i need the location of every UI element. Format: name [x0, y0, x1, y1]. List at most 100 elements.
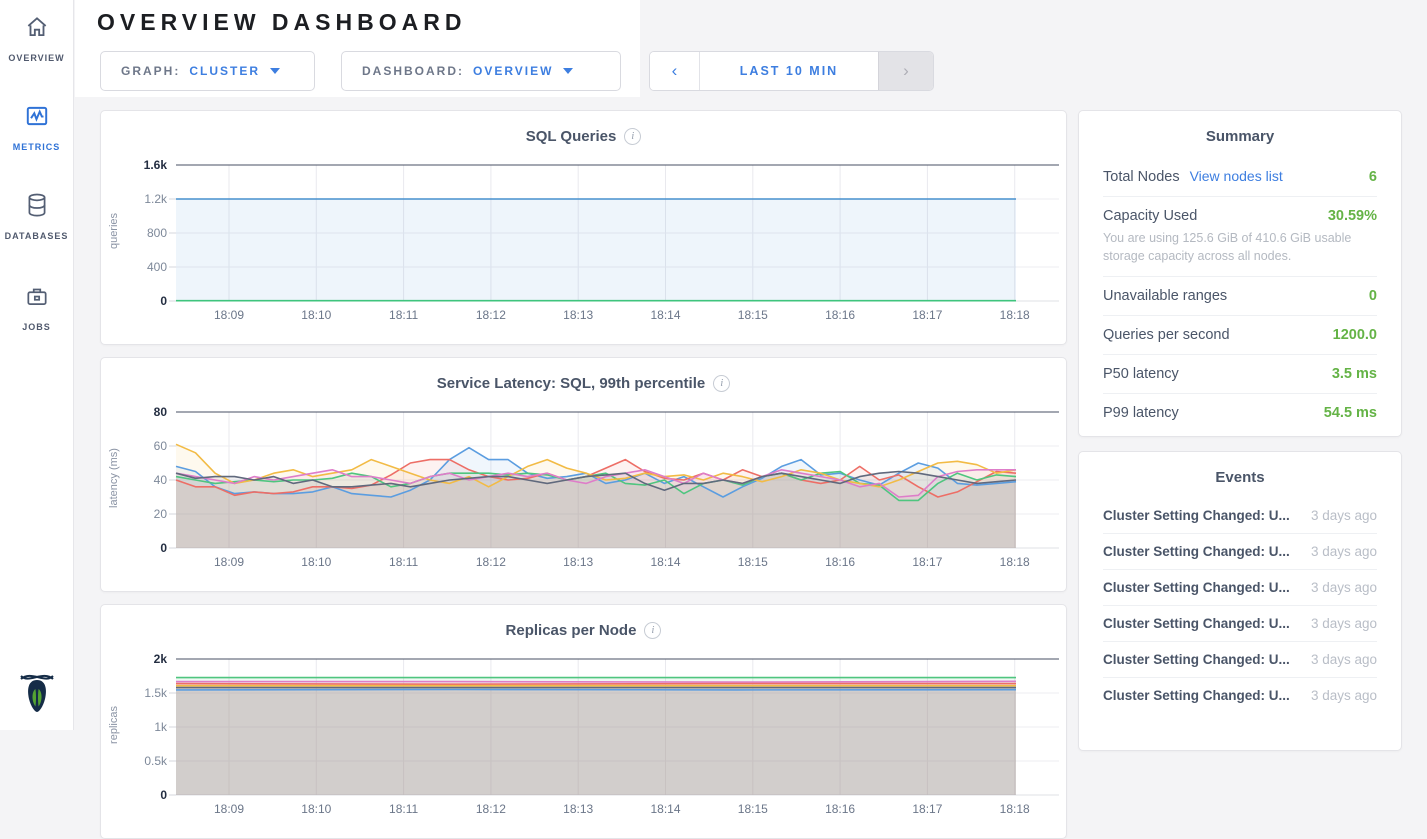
jobs-icon — [24, 283, 50, 314]
svg-text:18:16: 18:16 — [825, 802, 855, 816]
sidebar-item-label: DATABASES — [5, 231, 69, 241]
svg-text:0: 0 — [160, 788, 167, 802]
time-prev-button[interactable]: ‹ — [650, 52, 700, 90]
summary-label: Capacity Used — [1103, 208, 1197, 224]
toolbar: GRAPH: CLUSTER DASHBOARD: OVERVIEW ‹ LAS… — [0, 51, 1427, 91]
summary-row: Total Nodes View nodes list 6 — [1103, 157, 1377, 196]
summary-row: Unavailable ranges 0 — [1103, 276, 1377, 315]
svg-text:1.6k: 1.6k — [144, 158, 168, 172]
event-time: 3 days ago — [1301, 616, 1377, 631]
page-title: OVERVIEW DASHBOARD — [97, 9, 466, 36]
sql-queries-plot[interactable]: queries 18:0918:1018:1118:1218:1318:1418… — [101, 153, 1066, 335]
graph-dropdown[interactable]: GRAPH: CLUSTER — [100, 51, 315, 91]
event-row[interactable]: Cluster Setting Changed: U...3 days ago — [1103, 498, 1377, 533]
summary-row: Capacity Used30.59%You are using 125.6 G… — [1103, 196, 1377, 276]
svg-text:18:11: 18:11 — [389, 802, 418, 816]
chevron-right-icon: › — [903, 61, 909, 81]
chart-card-service-latency: Service Latency: SQL, 99th percentile i … — [100, 357, 1067, 592]
view-nodes-list-link[interactable]: View nodes list — [1190, 168, 1283, 184]
chart-card-replicas-per-node: Replicas per Node i replicas 18:0918:101… — [100, 604, 1067, 839]
summary-label: Queries per second — [1103, 327, 1230, 343]
event-message: Cluster Setting Changed: U... — [1103, 544, 1290, 559]
svg-text:20: 20 — [154, 507, 168, 521]
info-icon[interactable]: i — [624, 128, 641, 145]
svg-text:0: 0 — [160, 294, 167, 308]
svg-text:18:15: 18:15 — [738, 555, 768, 569]
event-row[interactable]: Cluster Setting Changed: U...3 days ago — [1103, 677, 1377, 713]
y-axis-label: queries — [108, 156, 120, 306]
svg-text:0.5k: 0.5k — [144, 754, 168, 768]
sidebar-item-databases[interactable]: DATABASES — [0, 192, 73, 241]
event-message: Cluster Setting Changed: U... — [1103, 688, 1290, 703]
event-message: Cluster Setting Changed: U... — [1103, 508, 1290, 523]
events-panel: Events Cluster Setting Changed: U... 3 da… — [1078, 451, 1402, 751]
svg-text:18:17: 18:17 — [912, 555, 942, 569]
summary-label: P99 latency — [1103, 405, 1179, 421]
summary-value: 30.59% — [1328, 208, 1377, 224]
svg-text:18:13: 18:13 — [563, 308, 593, 322]
dashboard-dropdown[interactable]: DASHBOARD: OVERVIEW — [341, 51, 621, 91]
summary-value: 3.5 ms — [1332, 366, 1377, 382]
sidebar-item-label: JOBS — [22, 322, 51, 332]
summary-value: 54.5 ms — [1324, 405, 1377, 421]
y-axis-label: replicas — [108, 650, 120, 800]
event-time: 3 days ago — [1301, 544, 1377, 559]
svg-text:800: 800 — [147, 226, 167, 240]
svg-text:18:12: 18:12 — [476, 555, 506, 569]
chart-title: Service Latency: SQL, 99th percentile — [437, 375, 705, 392]
time-range-value[interactable]: LAST 10 MIN — [700, 52, 878, 90]
chart-card-sql-queries: SQL Queries i queries 18:0918:1018:1118:… — [100, 110, 1067, 345]
summary-value: 0 — [1369, 288, 1377, 304]
event-time: 3 days ago — [1301, 652, 1377, 667]
svg-text:18:16: 18:16 — [825, 555, 855, 569]
event-message: Cluster Setting Changed: U... — [1103, 580, 1290, 595]
sidebar-item-label: METRICS — [13, 142, 61, 152]
chart-title: Replicas per Node — [506, 622, 637, 639]
summary-label: Unavailable ranges — [1103, 288, 1227, 304]
chevron-down-icon — [270, 68, 280, 74]
summary-value: 1200.0 — [1333, 327, 1377, 343]
summary-title: Summary — [1079, 111, 1401, 157]
summary-row: P99 latency 54.5 ms — [1103, 393, 1377, 432]
svg-text:18:09: 18:09 — [214, 555, 244, 569]
svg-text:1.2k: 1.2k — [144, 192, 168, 206]
summary-value: 6 — [1369, 169, 1377, 185]
info-icon[interactable]: i — [644, 622, 661, 639]
sql-queries-chart: 18:0918:1018:1118:1218:1318:1418:1518:16… — [101, 153, 1066, 335]
summary-label: Total Nodes — [1103, 169, 1180, 185]
svg-text:18:13: 18:13 — [563, 802, 593, 816]
svg-text:18:18: 18:18 — [1000, 555, 1030, 569]
replicas-per-node-plot[interactable]: replicas 18:0918:1018:1118:1218:1318:141… — [101, 647, 1066, 829]
event-row[interactable]: Cluster Setting Changed: U...3 days ago — [1103, 569, 1377, 605]
sidebar-item-jobs[interactable]: JOBS — [0, 283, 73, 332]
svg-text:18:12: 18:12 — [476, 308, 506, 322]
svg-text:18:12: 18:12 — [476, 802, 506, 816]
events-title: Events — [1079, 452, 1401, 498]
svg-text:18:10: 18:10 — [301, 308, 331, 322]
event-message: Cluster Setting Changed: U... — [1103, 652, 1290, 667]
svg-text:1.5k: 1.5k — [144, 686, 168, 700]
svg-text:18:14: 18:14 — [650, 308, 680, 322]
svg-text:18:10: 18:10 — [301, 555, 331, 569]
graph-dropdown-value: CLUSTER — [189, 64, 260, 78]
event-message: Cluster Setting Changed: U... — [1103, 616, 1290, 631]
event-row[interactable]: Cluster Setting Changed: U... 3 days ago — [1103, 605, 1377, 641]
service-latency-plot[interactable]: latency (ms) 18:0918:1018:1118:1218:1318… — [101, 400, 1066, 582]
dashboard-dropdown-label: DASHBOARD: — [362, 64, 464, 78]
svg-text:18:15: 18:15 — [738, 802, 768, 816]
sidebar-item-metrics[interactable]: METRICS — [0, 103, 73, 152]
event-row[interactable]: Cluster Setting Changed: U... 3 days ago — [1103, 641, 1377, 677]
info-icon[interactable]: i — [713, 375, 730, 392]
time-range-selector: ‹ LAST 10 MIN › — [649, 51, 934, 91]
chart-title: SQL Queries — [526, 128, 617, 145]
svg-text:18:15: 18:15 — [738, 308, 768, 322]
time-next-button[interactable]: › — [878, 52, 933, 90]
svg-text:18:17: 18:17 — [912, 308, 942, 322]
event-row[interactable]: Cluster Setting Changed: U... 3 days ago — [1103, 533, 1377, 569]
sidebar-item-overview[interactable]: OVERVIEW — [0, 14, 73, 63]
metrics-icon — [24, 103, 50, 134]
graph-dropdown-label: GRAPH: — [121, 64, 180, 78]
svg-text:18:16: 18:16 — [825, 308, 855, 322]
svg-text:40: 40 — [154, 473, 168, 487]
svg-text:18:09: 18:09 — [214, 802, 244, 816]
